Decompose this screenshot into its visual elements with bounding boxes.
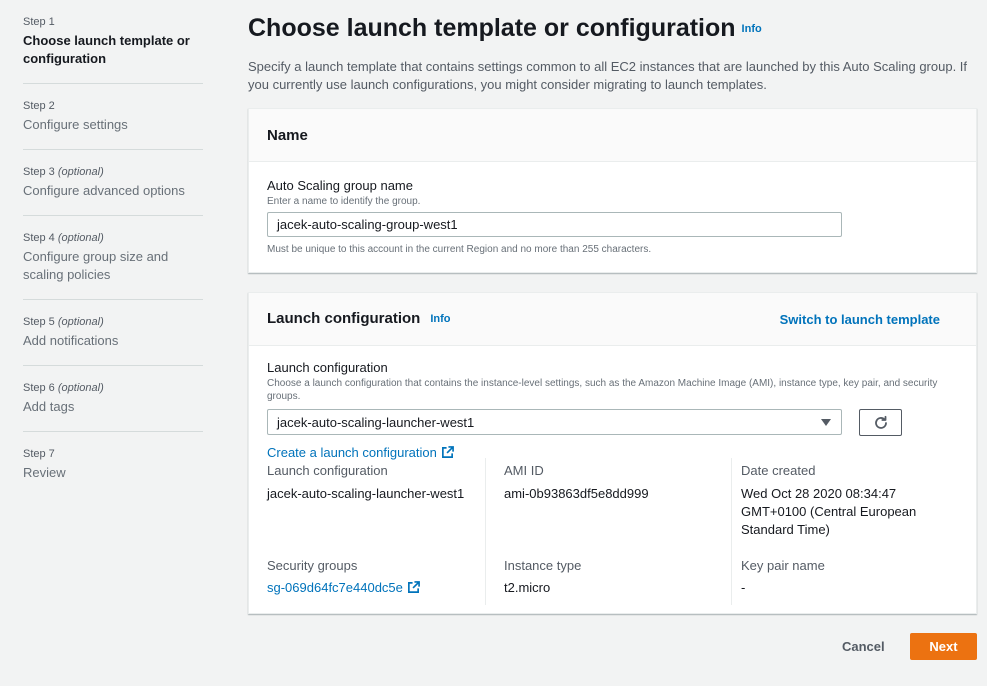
detail-ami-value: ami-0b93863df5e8dd999 (504, 486, 649, 501)
asg-name-input[interactable]: jacek-auto-scaling-group-west1 (267, 212, 842, 237)
external-link-icon (407, 581, 420, 593)
asg-name-constraint: Must be unique to this account in the cu… (267, 244, 652, 255)
wizard-steps-nav: Step 1 Choose launch template or configu… (23, 0, 203, 497)
detail-key-value: - (741, 580, 746, 595)
step-title: Configure group size and scaling policie… (23, 249, 169, 282)
next-button[interactable]: Next (910, 633, 977, 660)
create-launch-configuration-text: Create a launch configuration (267, 445, 437, 460)
date-line-2: GMT+0100 (Central European (741, 504, 917, 519)
asg-name-description: Enter a name to identify the group. (267, 196, 421, 207)
step-number: Step 7 (23, 448, 55, 460)
page-title: Choose launch template or configuration I… (248, 14, 762, 43)
step-title: Add notifications (23, 333, 119, 348)
refresh-icon (874, 415, 887, 429)
launch-configuration-select[interactable]: jacek-auto-scaling-launcher-west1 (267, 409, 842, 435)
detail-key-label: Key pair name (741, 558, 825, 573)
create-launch-configuration-link[interactable]: Create a launch configuration (267, 445, 454, 460)
page-description: Specify a launch template that contains … (248, 59, 968, 92)
column-divider (485, 458, 486, 605)
launch-configuration-panel-title: Launch configuration Info (267, 310, 451, 327)
step-number: Step 4 (optional) (23, 232, 104, 244)
step-3[interactable]: Step 3 (optional) Configure advanced opt… (23, 150, 203, 216)
detail-sg-label: Security groups (267, 558, 358, 573)
switch-to-launch-template-link[interactable]: Switch to launch template (780, 312, 940, 327)
page-info-link[interactable]: Info (742, 23, 762, 35)
step-title: Review (23, 465, 66, 480)
step-title: Configure settings (23, 117, 128, 132)
step-number: Step 5 (optional) (23, 316, 104, 328)
launch-configuration-panel: Launch configuration Info Switch to launc… (248, 292, 977, 614)
step-number: Step 3 (optional) (23, 166, 104, 178)
external-link-icon (441, 446, 454, 458)
step-5[interactable]: Step 5 (optional) Add notifications (23, 300, 203, 366)
detail-type-value: t2.micro (504, 580, 551, 595)
detail-lc-label: Launch configuration (267, 463, 388, 478)
name-panel-header: Name (249, 109, 976, 162)
name-panel-title: Name (267, 127, 308, 144)
date-line-3: Standard Time) (741, 522, 830, 537)
detail-lc-value: jacek-auto-scaling-launcher-west1 (267, 486, 465, 501)
step-number: Step 1 (23, 16, 55, 28)
step-number: Step 2 (23, 100, 55, 112)
date-line-1: Wed Oct 28 2020 08:34:47 (741, 486, 897, 501)
step-2[interactable]: Step 2 Configure settings (23, 84, 203, 150)
detail-type-label: Instance type (504, 558, 582, 573)
name-panel: Name Auto Scaling group name Enter a nam… (248, 108, 977, 273)
asg-name-label: Auto Scaling group name (267, 178, 413, 193)
cancel-button[interactable]: Cancel (842, 639, 885, 654)
launch-configuration-panel-header: Launch configuration Info Switch to launc… (249, 293, 976, 346)
detail-ami-label: AMI ID (504, 463, 544, 478)
step-number: Step 6 (optional) (23, 382, 104, 394)
page-title-text: Choose launch template or configuration (248, 14, 736, 42)
launch-configuration-title-text: Launch configuration (267, 310, 421, 327)
detail-date-label: Date created (741, 463, 816, 478)
security-group-id: sg-069d64fc7e440dc5e (267, 580, 403, 595)
step-7[interactable]: Step 7 Review (23, 432, 203, 497)
launch-configuration-label: Launch configuration (267, 360, 388, 375)
step-title: Choose launch template or configuration (23, 33, 190, 66)
step-1[interactable]: Step 1 Choose launch template or configu… (23, 0, 203, 84)
refresh-button[interactable] (859, 409, 902, 436)
step-4[interactable]: Step 4 (optional) Configure group size a… (23, 216, 203, 300)
step-title: Configure advanced options (23, 183, 185, 198)
caret-down-icon (821, 419, 831, 426)
step-title: Add tags (23, 399, 75, 414)
launch-configuration-description: Choose a launch configuration that conta… (267, 378, 938, 402)
column-divider (731, 458, 732, 605)
launch-configuration-info-link[interactable]: Info (430, 313, 450, 325)
launch-configuration-selected-value: jacek-auto-scaling-launcher-west1 (277, 415, 475, 430)
security-group-link[interactable]: sg-069d64fc7e440dc5e (267, 579, 420, 597)
detail-date-value: Wed Oct 28 2020 08:34:47 GMT+0100 (Centr… (741, 485, 916, 539)
step-6[interactable]: Step 6 (optional) Add tags (23, 366, 203, 432)
